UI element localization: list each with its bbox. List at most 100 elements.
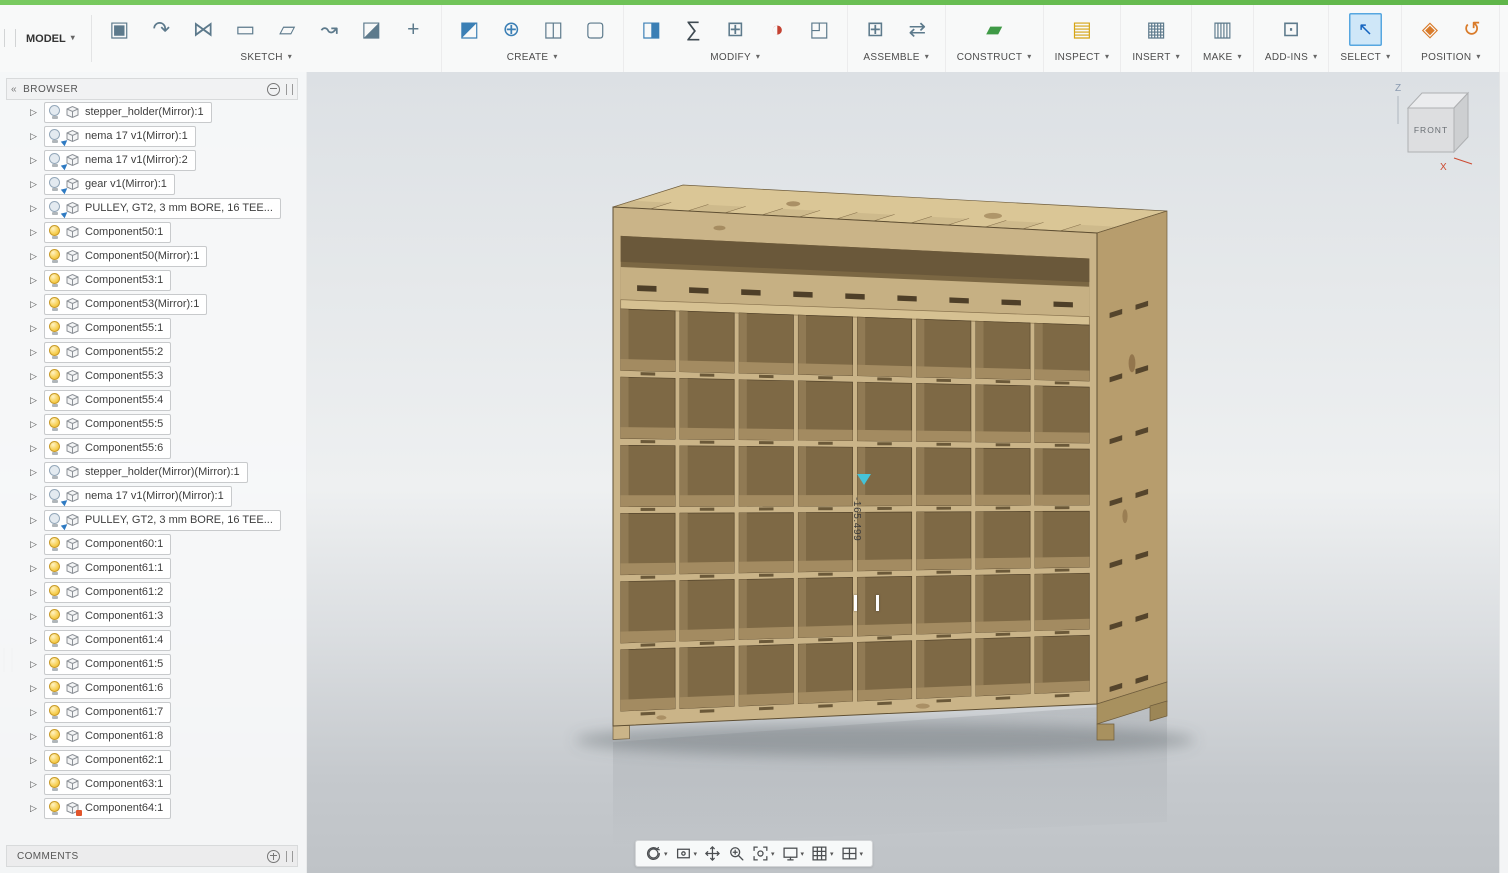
view-cube[interactable]: Z FRONT X: [1390, 80, 1486, 176]
tree-row[interactable]: nema 17 v1(Mirror)(Mirror):1: [0, 484, 304, 508]
expand-arrow-icon[interactable]: [30, 131, 44, 142]
pattern-icon[interactable]: ⊕: [495, 13, 528, 46]
component-node[interactable]: Component61:6: [44, 677, 172, 699]
tree-row[interactable]: Component64:1: [0, 796, 304, 820]
expand-arrow-icon[interactable]: [30, 563, 44, 574]
expand-arrow-icon[interactable]: [30, 755, 44, 766]
visibility-bulb-icon[interactable]: [49, 272, 60, 288]
tree-row[interactable]: Component55:4: [0, 388, 304, 412]
insert-icon[interactable]: ▦: [1140, 13, 1173, 46]
zoom-icon[interactable]: [726, 843, 747, 864]
visibility-bulb-icon[interactable]: [49, 152, 60, 168]
section-analysis-icon[interactable]: ◑: [761, 13, 794, 46]
tree-row[interactable]: Component60:1: [0, 532, 304, 556]
visibility-bulb-icon[interactable]: [49, 104, 60, 120]
add-comment-icon[interactable]: [267, 849, 280, 863]
inspect-menu[interactable]: INSPECT: [1055, 52, 1110, 63]
expand-arrow-icon[interactable]: [30, 179, 44, 190]
tree-row[interactable]: Component53:1: [0, 268, 304, 292]
capture-position-icon[interactable]: ◈: [1413, 13, 1446, 46]
tree-row[interactable]: Component61:4: [0, 628, 304, 652]
expand-arrow-icon[interactable]: [30, 539, 44, 550]
visibility-bulb-icon[interactable]: [49, 536, 60, 552]
expand-arrow-icon[interactable]: [30, 443, 44, 454]
create-sketch-icon[interactable]: ▣: [103, 13, 136, 46]
visibility-bulb-icon[interactable]: [49, 320, 60, 336]
component-node[interactable]: Component64:1: [44, 797, 172, 819]
expand-arrow-icon[interactable]: [30, 491, 44, 502]
visibility-bulb-icon[interactable]: [49, 224, 60, 240]
expand-arrow-icon[interactable]: [30, 707, 44, 718]
expand-arrow-icon[interactable]: [30, 275, 44, 286]
component-node[interactable]: stepper_holder(Mirror)(Mirror):1: [44, 461, 248, 483]
component-node[interactable]: Component55:3: [44, 365, 172, 387]
expand-arrow-icon[interactable]: [30, 347, 44, 358]
tree-row[interactable]: Component55:1: [0, 316, 304, 340]
expand-arrow-icon[interactable]: [30, 635, 44, 646]
project-icon[interactable]: ◪: [355, 13, 388, 46]
visibility-bulb-icon[interactable]: [49, 416, 60, 432]
collapse-panel-icon[interactable]: [11, 84, 17, 95]
new-body-icon[interactable]: ◩: [453, 13, 486, 46]
expand-arrow-icon[interactable]: [30, 515, 44, 526]
expand-arrow-icon[interactable]: [30, 299, 44, 310]
component-node[interactable]: stepper_holder(Mirror):1: [44, 101, 212, 123]
component-node[interactable]: Component55:6: [44, 437, 172, 459]
tree-row[interactable]: stepper_holder(Mirror):1: [0, 100, 304, 124]
arc-icon[interactable]: ↷: [145, 13, 178, 46]
construct-menu[interactable]: CONSTRUCT: [957, 52, 1032, 63]
assemble-menu[interactable]: ASSEMBLE: [863, 52, 929, 63]
component-node[interactable]: Component61:1: [44, 557, 172, 579]
fit-icon[interactable]: [750, 843, 777, 864]
expand-arrow-icon[interactable]: [30, 155, 44, 166]
insert-menu[interactable]: INSERT: [1132, 52, 1180, 63]
tree-row[interactable]: Component61:7: [0, 700, 304, 724]
comments-drag-grip[interactable]: [286, 850, 293, 862]
component-node[interactable]: Component62:1: [44, 749, 172, 771]
expand-arrow-icon[interactable]: [30, 659, 44, 670]
component-node[interactable]: Component55:1: [44, 317, 172, 339]
tree-row[interactable]: Component55:5: [0, 412, 304, 436]
expand-arrow-icon[interactable]: [30, 251, 44, 262]
component-node[interactable]: Component53(Mirror):1: [44, 293, 208, 315]
pan-icon[interactable]: [702, 843, 723, 864]
component-node[interactable]: Component50:1: [44, 221, 172, 243]
construction-plane-icon[interactable]: ▰: [978, 13, 1011, 46]
expand-arrow-icon[interactable]: [30, 803, 44, 814]
tree-row[interactable]: Component55:2: [0, 340, 304, 364]
tree-row[interactable]: PULLEY, GT2, 3 mm BORE, 16 TEE...: [0, 196, 304, 220]
grid-snaps-icon[interactable]: [809, 843, 836, 864]
modify-menu[interactable]: MODIFY: [710, 52, 760, 63]
tree-row[interactable]: Component53(Mirror):1: [0, 292, 304, 316]
mirror-bodies-icon[interactable]: ◫: [537, 13, 570, 46]
tree-row[interactable]: Component50:1: [0, 220, 304, 244]
toolbar-grip[interactable]: [4, 29, 16, 47]
expand-arrow-icon[interactable]: [30, 203, 44, 214]
measure-icon[interactable]: ▤: [1065, 13, 1098, 46]
offset-icon[interactable]: ▱: [271, 13, 304, 46]
visibility-bulb-icon[interactable]: [49, 728, 60, 744]
visibility-bulb-icon[interactable]: [49, 464, 60, 480]
tree-row[interactable]: Component61:1: [0, 556, 304, 580]
component-node[interactable]: Component61:7: [44, 701, 172, 723]
sketch-point-icon[interactable]: +: [397, 13, 430, 46]
tree-row[interactable]: gear v1(Mirror):1: [0, 172, 304, 196]
tree-row[interactable]: Component61:8: [0, 724, 304, 748]
spline-icon[interactable]: ↝: [313, 13, 346, 46]
visibility-bulb-icon[interactable]: [49, 776, 60, 792]
component-node[interactable]: Component61:4: [44, 629, 172, 651]
component-node[interactable]: nema 17 v1(Mirror)(Mirror):1: [44, 485, 232, 507]
display-settings-icon[interactable]: [780, 843, 807, 864]
component-node[interactable]: Component53:1: [44, 269, 172, 291]
workspace-switcher[interactable]: MODEL: [16, 15, 92, 62]
parameters-icon[interactable]: ∑: [677, 13, 710, 46]
tree-row[interactable]: PULLEY, GT2, 3 mm BORE, 16 TEE...: [0, 508, 304, 532]
create-menu[interactable]: CREATE: [507, 52, 558, 63]
tree-row[interactable]: Component61:6: [0, 676, 304, 700]
make-menu[interactable]: MAKE: [1203, 52, 1242, 63]
visibility-bulb-icon[interactable]: [49, 680, 60, 696]
component-node[interactable]: Component61:2: [44, 581, 172, 603]
component-node[interactable]: Component61:3: [44, 605, 172, 627]
expand-arrow-icon[interactable]: [30, 611, 44, 622]
component-node[interactable]: nema 17 v1(Mirror):2: [44, 149, 196, 171]
